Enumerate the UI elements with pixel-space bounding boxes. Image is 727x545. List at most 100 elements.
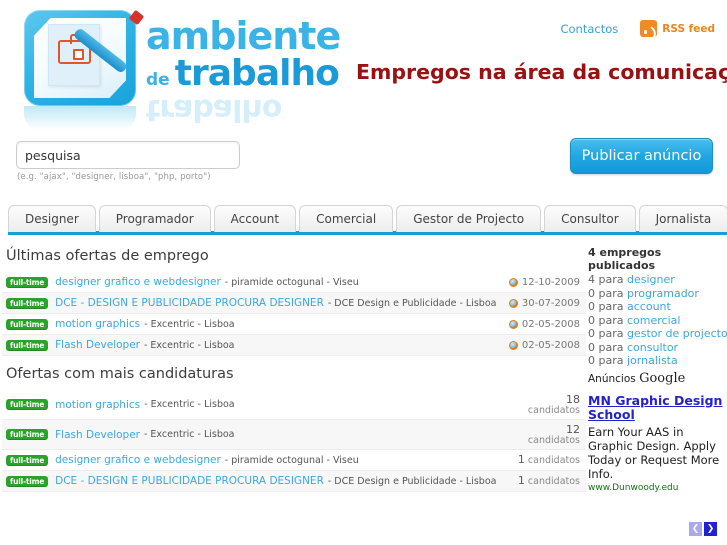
job-title-link[interactable]: designer grafico e webdesigner xyxy=(55,276,221,288)
logo-wordmark: ambiente de trabalho xyxy=(146,14,341,98)
stat-count: 4 xyxy=(588,273,595,286)
tab-gestor-de-projecto[interactable]: Gestor de Projecto xyxy=(396,205,542,232)
stat-line: 4 para designer xyxy=(588,273,723,287)
stat-role-link[interactable]: consultor xyxy=(627,341,678,354)
job-title-link[interactable]: designer grafico e webdesigner xyxy=(55,454,221,466)
clock-icon xyxy=(508,277,518,287)
pager-prev-button[interactable]: ❮ xyxy=(689,522,702,536)
job-title-link[interactable]: Flash Developer xyxy=(55,339,140,351)
employment-type-badge: full-time xyxy=(6,276,49,288)
candidate-count-number: 1 xyxy=(517,474,525,487)
candidate-count: 12 candidatos xyxy=(528,424,580,446)
candidate-count: 1 candidatos xyxy=(518,475,580,487)
tab-jornalista[interactable]: Jornalista xyxy=(638,205,727,232)
stat-role-link[interactable]: programador xyxy=(627,287,699,300)
latest-section-title: Últimas ofertas de emprego xyxy=(6,248,209,264)
stat-preposition: para xyxy=(598,340,624,354)
job-date-text: 12-10-2009 xyxy=(521,276,580,288)
stat-line: 0 para programador xyxy=(588,287,723,301)
stat-preposition: para xyxy=(598,313,624,327)
contactos-link[interactable]: Contactos xyxy=(560,22,618,36)
job-company-location: - Excentric - Lisboa xyxy=(143,339,235,351)
job-title-link[interactable]: Flash Developer xyxy=(55,429,140,441)
job-row[interactable]: full-time motion graphics - Excentric - Li… xyxy=(2,314,586,335)
ads-heading-text: Anúncios xyxy=(588,372,640,385)
employment-type-badge: full-time xyxy=(6,429,49,440)
candidate-count-label: candidatos xyxy=(527,434,580,446)
google-ads-heading: Anúncios Google xyxy=(588,371,723,386)
page-root: ambiente de trabalho trabalho Contactos … xyxy=(0,0,727,545)
employment-type-badge: full-time xyxy=(6,454,49,466)
tab-account[interactable]: Account xyxy=(213,205,297,232)
logo-text-mirror: trabalho xyxy=(146,92,282,127)
candidate-count-label: candidatos xyxy=(527,404,580,416)
logo-text-ambiente: ambiente xyxy=(146,14,341,58)
stat-line: 0 para account xyxy=(588,300,723,314)
pager-next-button[interactable]: ❯ xyxy=(704,522,717,536)
candidate-count-number: 12 xyxy=(566,422,580,436)
job-row[interactable]: full-time motion graphics - Excentric - Li… xyxy=(2,390,586,420)
job-row[interactable]: full-time DCE - DESIGN E PUBLICIDADE PROC… xyxy=(2,293,586,314)
logo-reflection xyxy=(24,106,136,130)
tab-programador[interactable]: Programador xyxy=(98,205,211,232)
tab-designer[interactable]: Designer xyxy=(8,205,96,232)
job-title-link[interactable]: motion graphics xyxy=(55,399,140,411)
stat-count: 0 xyxy=(588,340,595,354)
job-row[interactable]: full-time designer grafico e webdesigner -… xyxy=(2,450,586,471)
stat-role-link[interactable]: gestor de projecto xyxy=(627,327,727,340)
job-date: 02-05-2008 xyxy=(508,339,580,351)
stats-list: 4 para designer 0 para programador 0 para … xyxy=(588,273,727,368)
rss-feed-label: RSS feed xyxy=(662,22,715,35)
job-title-link[interactable]: motion graphics xyxy=(55,318,140,330)
job-row[interactable]: full-time Flash Developer - Excentric - Li… xyxy=(2,420,586,450)
google-brand-text: Google xyxy=(639,370,686,386)
candidate-count-number: 1 xyxy=(517,453,525,466)
candidate-count: 1 candidatos xyxy=(518,454,580,466)
job-row[interactable]: full-time designer grafico e webdesigner -… xyxy=(2,272,586,293)
header-links: Contactos RSS feed xyxy=(560,20,715,37)
job-date: 12-10-2009 xyxy=(508,276,580,288)
search-hint: (e.g. "ajax", "designer, lisboa", "php, … xyxy=(17,172,211,182)
rss-feed-link[interactable]: RSS feed xyxy=(640,20,715,37)
job-company-location: - DCE Design e Publicidade - Lisboa xyxy=(327,475,497,487)
stat-count: 0 xyxy=(588,327,595,340)
stat-preposition: para xyxy=(598,327,624,340)
job-date-text: 02-05-2008 xyxy=(521,318,580,330)
site-logo[interactable]: ambiente de trabalho trabalho xyxy=(8,4,341,130)
stat-line: 0 para gestor de projecto xyxy=(588,327,727,341)
job-row[interactable]: full-time Flash Developer - Excentric - Li… xyxy=(2,335,586,356)
stat-line: 0 para jornalista xyxy=(588,354,723,368)
logo-text-trabalho: trabalho xyxy=(174,53,340,94)
rss-icon xyxy=(640,20,658,37)
employment-type-badge: full-time xyxy=(6,339,49,351)
search-input[interactable] xyxy=(16,141,240,169)
employment-type-badge: full-time xyxy=(6,399,49,410)
stat-role-link[interactable]: account xyxy=(627,300,671,313)
job-title-link[interactable]: DCE - DESIGN E PUBLICIDADE PROCURA DESIG… xyxy=(55,475,324,487)
stat-role-link[interactable]: comercial xyxy=(627,314,680,327)
page-tagline: Empregos na área da comunicação xyxy=(356,60,727,84)
job-row[interactable]: full-time DCE - DESIGN E PUBLICIDADE PROC… xyxy=(2,471,586,492)
clock-icon xyxy=(508,340,518,350)
tab-consultor[interactable]: Consultor xyxy=(544,205,636,232)
stats-heading: 4 empregos publicados xyxy=(588,246,662,272)
job-company-location: - piramide octogunal - Viseu xyxy=(224,454,359,466)
stat-role-link[interactable]: designer xyxy=(627,273,675,286)
employment-type-badge: full-time xyxy=(6,475,49,487)
job-date-text: 02-05-2008 xyxy=(521,339,580,351)
ad-title-link[interactable]: MN Graphic Design School xyxy=(588,393,723,423)
clock-icon xyxy=(508,319,518,329)
latest-jobs-list: full-time designer grafico e webdesigner -… xyxy=(2,272,586,356)
tab-list: Designer Programador Account Comercial Gesto… xyxy=(8,202,727,232)
candidate-count-label: candidatos xyxy=(524,476,580,487)
job-title-link[interactable]: DCE - DESIGN E PUBLICIDADE PROCURA DESIG… xyxy=(55,297,324,309)
most-applied-section-title: Ofertas com mais candidaturas xyxy=(6,366,234,382)
site-header: ambiente de trabalho trabalho Contactos … xyxy=(0,0,727,130)
stat-count: 0 xyxy=(588,354,595,367)
candidate-count-number: 18 xyxy=(566,392,580,406)
publish-ad-button[interactable]: Publicar anúncio xyxy=(570,138,713,174)
clock-icon xyxy=(508,298,518,308)
tab-comercial[interactable]: Comercial xyxy=(299,205,394,232)
stat-role-link[interactable]: jornalista xyxy=(627,354,678,367)
stat-count: 0 xyxy=(588,300,595,313)
